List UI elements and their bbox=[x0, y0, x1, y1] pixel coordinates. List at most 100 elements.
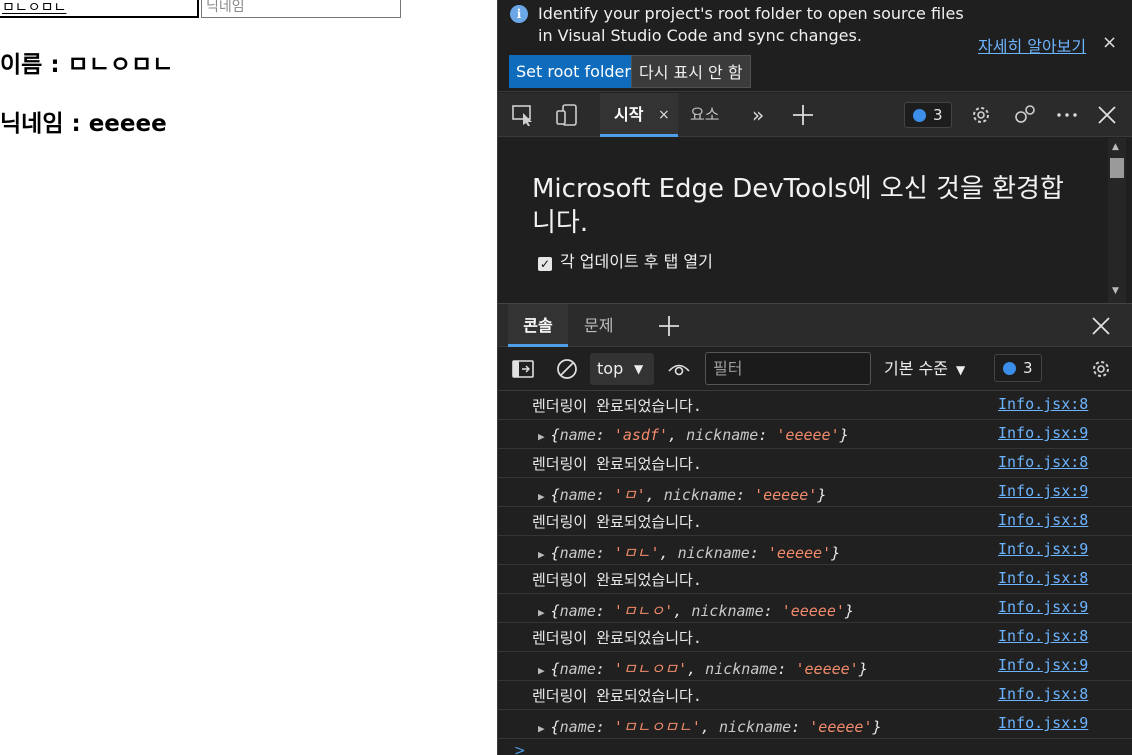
chevron-down-icon: ▼ bbox=[955, 363, 966, 377]
log-levels-label: 기본 수준 bbox=[884, 359, 948, 378]
tab-close-icon[interactable]: × bbox=[658, 93, 670, 137]
log-text: 렌더링이 완료되었습니다. bbox=[532, 687, 702, 705]
object-key: nickname bbox=[677, 544, 750, 562]
console-log-object[interactable]: ▶ {name: 'ㅁㄴㅇㅁ', nickname: 'eeeee'} Info.j… bbox=[498, 652, 1132, 681]
close-devtools-icon[interactable] bbox=[1094, 103, 1120, 127]
source-link[interactable]: Info.jsx:8 bbox=[998, 685, 1088, 703]
nickname-display: 닉네임 : eeeee bbox=[0, 111, 167, 137]
tab-welcome-label: 시작 bbox=[614, 105, 644, 124]
object-key: name bbox=[559, 660, 596, 678]
tab-elements[interactable]: 요소 bbox=[690, 93, 719, 137]
add-drawer-tab-icon[interactable] bbox=[656, 314, 682, 338]
device-emulation-icon[interactable] bbox=[554, 103, 580, 127]
source-link[interactable]: Info.jsx:9 bbox=[998, 540, 1088, 558]
more-tabs-icon[interactable]: » bbox=[752, 93, 764, 137]
close-drawer-icon[interactable] bbox=[1088, 314, 1114, 338]
customize-icon[interactable] bbox=[1012, 103, 1038, 127]
object-key: name bbox=[559, 486, 596, 504]
source-link[interactable]: Info.jsx:9 bbox=[998, 598, 1088, 616]
object-value: 'ㅁㄴ' bbox=[613, 544, 660, 562]
console-issues-badge[interactable]: 3 bbox=[994, 354, 1042, 382]
log-object-preview[interactable]: ▶ {name: 'ㅁ', nickname: 'eeeee'} bbox=[538, 484, 826, 505]
expand-triangle-icon[interactable]: ▶ bbox=[538, 430, 545, 443]
object-key: name bbox=[559, 602, 596, 620]
context-selector[interactable]: top ▼ bbox=[590, 353, 654, 385]
source-link[interactable]: Info.jsx:8 bbox=[998, 453, 1088, 471]
set-root-folder-button[interactable]: Set root folder bbox=[509, 55, 638, 88]
console-log-object[interactable]: ▶ {name: 'ㅁ', nickname: 'eeeee'} Info.jsx:… bbox=[498, 478, 1132, 507]
dont-show-again-button[interactable]: 다시 표시 안 함 bbox=[631, 55, 751, 88]
object-value: 'ㅁㄴㅇㅁ' bbox=[613, 660, 688, 678]
clear-console-icon[interactable] bbox=[554, 357, 580, 381]
open-after-update-checkbox[interactable]: ✓ 각 업데이트 후 탭 열기 bbox=[538, 248, 713, 272]
log-text: 렌더링이 완료되었습니다. bbox=[532, 397, 702, 415]
log-object-preview[interactable]: ▶ {name: 'asdf', nickname: 'eeeee'} bbox=[538, 426, 849, 444]
live-expression-eye-icon[interactable] bbox=[666, 357, 692, 381]
object-key: nickname bbox=[705, 660, 778, 678]
console-log-object[interactable]: ▶ {name: 'ㅁㄴㅇ', nickname: 'eeeee'} Info.js… bbox=[498, 594, 1132, 623]
log-text: 렌더링이 완료되었습니다. bbox=[532, 513, 702, 531]
object-value: 'ㅁㄴㅇㅁㄴ' bbox=[613, 718, 701, 736]
tab-console[interactable]: 콘솔 bbox=[508, 304, 568, 347]
scroll-down-icon[interactable]: ▼ bbox=[1112, 286, 1119, 296]
name-input[interactable] bbox=[0, 0, 199, 18]
expand-triangle-icon[interactable]: ▶ bbox=[538, 606, 545, 619]
log-object-preview[interactable]: ▶ {name: 'ㅁㄴㅇ', nickname: 'eeeee'} bbox=[538, 600, 854, 621]
app-page: 이름 : ㅁㄴㅇㅁㄴ 닉네임 : eeeee bbox=[0, 0, 497, 755]
object-value: 'ㅁ' bbox=[613, 486, 646, 504]
console-log-area[interactable]: ▶ {name: 'ㅁㄴㅇㅁㄴ', nickname: 'eeeee'} Info.… bbox=[498, 391, 1132, 755]
nickname-input[interactable] bbox=[201, 0, 401, 18]
console-prompt-icon[interactable]: > bbox=[514, 743, 526, 755]
sidebar-toggle-icon[interactable] bbox=[510, 357, 536, 381]
source-link[interactable]: Info.jsx:8 bbox=[998, 395, 1088, 413]
welcome-scrollbar[interactable]: ▲ ▼ bbox=[1108, 138, 1126, 303]
infobar-close-icon[interactable]: × bbox=[1102, 32, 1117, 53]
console-log-message: 렌더링이 완료되었습니다. Info.jsx:8 bbox=[498, 391, 1132, 420]
console-toolbar: top ▼ 기본 수준 ▼ 3 bbox=[498, 347, 1132, 391]
source-link[interactable]: Info.jsx:9 bbox=[998, 714, 1088, 732]
add-tab-icon[interactable] bbox=[790, 103, 816, 127]
welcome-title: Microsoft Edge DevTools에 오신 것을 환경합니다. bbox=[532, 174, 1064, 238]
tab-issues[interactable]: 문제 bbox=[584, 304, 613, 347]
scroll-thumb[interactable] bbox=[1110, 158, 1124, 178]
learn-more-link[interactable]: 자세히 알아보기 bbox=[978, 33, 1086, 57]
checkbox-checked-icon: ✓ bbox=[538, 257, 552, 271]
source-link[interactable]: Info.jsx:9 bbox=[998, 482, 1088, 500]
message-icon bbox=[1003, 362, 1016, 375]
object-value: 'ㅁㄴㅇ' bbox=[613, 602, 674, 620]
more-options-icon[interactable] bbox=[1054, 103, 1080, 127]
log-levels-dropdown[interactable]: 기본 수준 ▼ bbox=[884, 352, 965, 385]
console-log-object[interactable]: ▶ {name: 'asdf', nickname: 'eeeee'} Info.j… bbox=[498, 420, 1132, 449]
object-value: 'eeeee' bbox=[767, 544, 832, 562]
expand-triangle-icon[interactable]: ▶ bbox=[538, 664, 545, 677]
source-link[interactable]: Info.jsx:8 bbox=[998, 569, 1088, 587]
console-settings-gear-icon[interactable] bbox=[1088, 357, 1114, 381]
tab-welcome[interactable]: 시작 × bbox=[600, 93, 678, 137]
console-log-object[interactable]: ▶ {name: 'ㅁㄴ', nickname: 'eeeee'} Info.jsx… bbox=[498, 536, 1132, 565]
inspect-element-icon[interactable] bbox=[510, 103, 536, 127]
source-link[interactable]: Info.jsx:9 bbox=[998, 656, 1088, 674]
expand-triangle-icon[interactable]: ▶ bbox=[538, 722, 545, 735]
source-link[interactable]: Info.jsx:9 bbox=[998, 424, 1088, 442]
console-log-message: 렌더링이 완료되었습니다. Info.jsx:8 bbox=[498, 565, 1132, 594]
name-display: 이름 : ㅁㄴㅇㅁㄴ bbox=[0, 52, 174, 78]
issues-badge[interactable]: 3 bbox=[904, 102, 952, 128]
log-object-preview[interactable]: ▶ {name: 'ㅁㄴㅇㅁ', nickname: 'eeeee'} bbox=[538, 658, 868, 679]
source-link[interactable]: Info.jsx:8 bbox=[998, 511, 1088, 529]
object-value: 'eeeee' bbox=[781, 602, 845, 620]
log-object-preview[interactable]: ▶ {name: 'ㅁㄴㅇㅁㄴ', nickname: 'eeeee'} bbox=[538, 716, 882, 737]
infobar-message: Identify your project's root folder to o… bbox=[538, 4, 964, 45]
filter-input[interactable] bbox=[705, 352, 871, 385]
expand-triangle-icon[interactable]: ▶ bbox=[538, 490, 545, 503]
object-key: nickname bbox=[663, 486, 737, 504]
expand-triangle-icon[interactable]: ▶ bbox=[538, 548, 545, 561]
console-log-message: 렌더링이 완료되었습니다. Info.jsx:8 bbox=[498, 623, 1132, 652]
object-value: 'eeeee' bbox=[776, 426, 840, 444]
log-object-preview[interactable]: ▶ {name: 'ㅁㄴ', nickname: 'eeeee'} bbox=[538, 542, 840, 563]
context-value: top bbox=[597, 359, 624, 378]
console-log-object[interactable]: ▶ {name: 'ㅁㄴㅇㅁㄴ', nickname: 'eeeee'} Info.… bbox=[498, 710, 1132, 739]
settings-gear-icon[interactable] bbox=[968, 103, 994, 127]
scroll-up-icon[interactable]: ▲ bbox=[1112, 142, 1119, 152]
source-link[interactable]: Info.jsx:8 bbox=[998, 627, 1088, 645]
devtools-panel: i Identify your project's root folder to… bbox=[497, 0, 1132, 755]
